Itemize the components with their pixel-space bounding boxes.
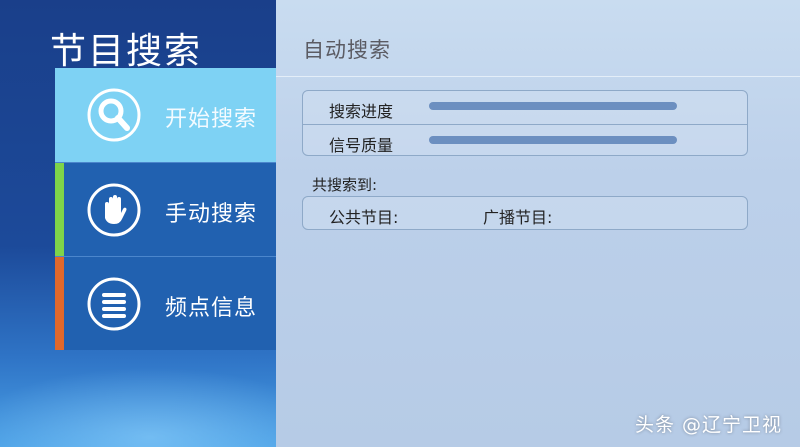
public-programs-label: 公共节目: <box>329 208 399 227</box>
search-progress-label: 搜索进度 <box>329 102 394 121</box>
progress-box: 搜索进度 信号质量 <box>302 90 748 156</box>
sidebar-item-frequency-info[interactable]: 频点信息 <box>55 256 276 350</box>
sidebar-item-label: 开始搜索 <box>165 107 258 132</box>
page-title: 节目搜索 <box>50 31 203 72</box>
sidebar-item-label: 频点信息 <box>165 296 258 321</box>
signal-quality-bar <box>429 136 677 144</box>
signal-quality-row: 信号质量 <box>303 124 747 158</box>
sidebar-item-manual-search[interactable]: 手动搜索 <box>55 162 276 256</box>
watermark: 头条 @辽宁卫视 <box>634 414 782 436</box>
screen: 节目搜索 开始搜索 手动搜索 频点信息 自动搜索 搜索进度 信号质量 共搜索到:… <box>0 0 800 447</box>
main-panel: 自动搜索 搜索进度 信号质量 共搜索到: 公共节目: 广播节目: <box>276 0 800 447</box>
sidebar-item-label: 手动搜索 <box>165 202 258 227</box>
found-box: 公共节目: 广播节目: <box>302 196 748 230</box>
panel-title: 自动搜索 <box>303 38 391 62</box>
sidebar: 节目搜索 开始搜索 手动搜索 频点信息 <box>0 0 276 447</box>
item-accent <box>55 257 64 350</box>
search-progress-bar <box>429 102 677 110</box>
item-accent <box>55 163 64 256</box>
magnifier-icon <box>87 88 141 142</box>
found-label: 共搜索到: <box>312 176 378 194</box>
search-progress-row: 搜索进度 <box>303 91 747 124</box>
list-icon <box>87 277 141 331</box>
broadcast-programs-label: 广播节目: <box>483 208 553 227</box>
signal-quality-label: 信号质量 <box>329 136 394 155</box>
sidebar-menu: 开始搜索 手动搜索 频点信息 <box>55 68 276 350</box>
hand-icon <box>87 183 141 237</box>
sidebar-item-start-search[interactable]: 开始搜索 <box>55 68 276 162</box>
panel-header: 自动搜索 <box>276 0 800 77</box>
